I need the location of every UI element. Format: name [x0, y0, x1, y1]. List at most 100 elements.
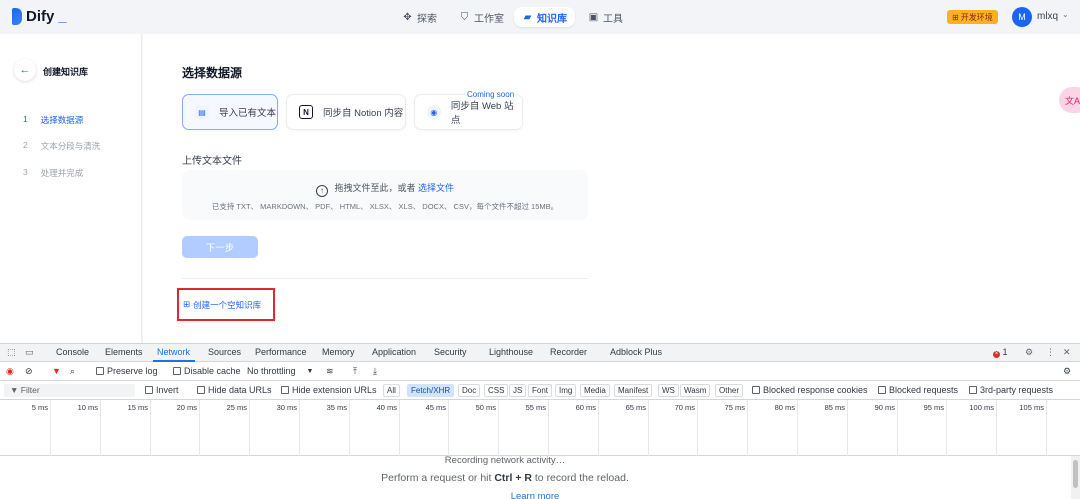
timeline-gridline — [448, 400, 449, 456]
timeline-tick-label: 5 ms — [31, 403, 48, 412]
source-import-text[interactable]: ▤ 导入已有文本 — [182, 94, 278, 130]
preserve-log-checkbox[interactable]: Preserve log — [96, 366, 158, 376]
disable-cache-checkbox[interactable]: Disable cache — [173, 366, 241, 376]
translate-float-button[interactable]: 文A — [1059, 87, 1080, 113]
source-web[interactable]: ◉ 同步自 Web 站点 — [414, 94, 523, 130]
type-css[interactable]: CSS — [484, 384, 509, 397]
clear-icon[interactable]: ⊘ — [25, 366, 33, 377]
nav-item-knowledge[interactable]: ▰ 知识库 — [514, 7, 575, 27]
tab-sources[interactable]: Sources — [208, 347, 241, 357]
hide-extension-urls-checkbox[interactable]: Hide extension URLs — [281, 385, 377, 395]
studio-icon: ⛉ — [460, 11, 469, 23]
tab-adblock-plus[interactable]: Adblock Plus — [610, 347, 662, 357]
section-title: 选择数据源 — [182, 66, 243, 80]
timeline-gridline — [1046, 400, 1047, 456]
search-icon[interactable]: ⌕ — [70, 366, 75, 377]
next-button[interactable]: 下一步 — [182, 236, 258, 258]
type-fetch-xhr[interactable]: Fetch/XHR — [407, 384, 455, 397]
invert-checkbox[interactable]: Invert — [145, 385, 179, 395]
download-har-icon[interactable]: ⤓ — [373, 366, 377, 377]
nav-item-tools[interactable]: ▣ 工具 — [580, 7, 631, 27]
error-counter[interactable]: × 1 — [993, 347, 1008, 358]
nav-item-explore[interactable]: ✥ 探索 — [394, 7, 445, 27]
timeline-gridline — [150, 400, 151, 456]
third-party-requests-checkbox[interactable]: 3rd-party requests — [969, 385, 1053, 395]
tab-console[interactable]: Console — [56, 347, 89, 357]
username[interactable]: mlxq — [1037, 11, 1058, 22]
timeline-gridline — [100, 400, 101, 456]
avatar[interactable]: M — [1012, 7, 1032, 27]
main-panel: 选择数据源 ▤ 导入已有文本 N 同步自 Notion 内容 ◉ 同步自 Web… — [143, 34, 1080, 343]
source-notion[interactable]: N 同步自 Notion 内容 — [286, 94, 406, 130]
timeline-tick-label: 90 ms — [874, 403, 895, 412]
close-icon[interactable]: ✕ — [1063, 347, 1071, 358]
blocked-response-cookies-checkbox[interactable]: Blocked response cookies — [752, 385, 868, 395]
settings-gear-icon[interactable]: ⚙ — [1025, 347, 1033, 358]
tab-lighthouse[interactable]: Lighthouse — [489, 347, 533, 357]
timeline-tick-label: 65 ms — [625, 403, 646, 412]
timeline-gridline — [349, 400, 350, 456]
type-all[interactable]: All — [383, 384, 400, 397]
back-button[interactable]: ← — [14, 59, 36, 81]
network-conditions-icon[interactable]: ≋ — [326, 366, 334, 377]
throttling-select[interactable]: No throttling ▼ — [247, 366, 313, 376]
timeline-gridline — [847, 400, 848, 456]
devtools-tabs: ⬚ ▭ Console Elements Network Sources Per… — [0, 344, 1080, 362]
timeline-gridline — [747, 400, 748, 456]
type-img[interactable]: Img — [555, 384, 577, 397]
tab-recorder[interactable]: Recorder — [550, 347, 587, 357]
notion-icon: N — [299, 105, 313, 119]
select-file-link[interactable]: 选择文件 — [418, 183, 454, 193]
type-doc[interactable]: Doc — [458, 384, 481, 397]
timeline-tick-label: 85 ms — [824, 403, 845, 412]
tab-application[interactable]: Application — [372, 347, 416, 357]
file-dropzone[interactable]: ↑ 拖拽文件至此，或者 选择文件 已支持 TXT、 MARKDOWN、 PDF、… — [182, 170, 588, 220]
create-empty-knowledge-button[interactable]: ⊞ 创建一个空知识库 — [177, 288, 275, 321]
timeline-tick-label: 45 ms — [425, 403, 446, 412]
tab-elements[interactable]: Elements — [105, 347, 143, 357]
sidebar-title: 创建知识库 — [43, 67, 89, 77]
timeline-gridline — [598, 400, 599, 456]
type-manifest[interactable]: Manifest — [614, 384, 653, 397]
filter-funnel-icon[interactable]: ▼ — [52, 366, 61, 376]
inspect-element-icon[interactable]: ⬚ — [7, 347, 16, 358]
timeline-gridline — [946, 400, 947, 456]
create-sidebar: ← 创建知识库 1 选择数据源 2 文本分段与清洗 3 处理并完成 — [0, 34, 142, 343]
tab-network[interactable]: Network — [157, 347, 190, 357]
type-other[interactable]: Other — [715, 384, 744, 397]
more-options-icon[interactable]: ⋮ — [1046, 347, 1055, 358]
type-wasm[interactable]: Wasm — [680, 384, 711, 397]
device-toggle-icon[interactable]: ▭ — [25, 347, 34, 358]
nav-item-studio[interactable]: ⛉ 工作室 — [451, 7, 512, 27]
upload-har-icon[interactable]: ⤒ — [353, 366, 357, 377]
filter-input[interactable]: ▼ Filter — [4, 384, 135, 397]
hide-data-urls-checkbox[interactable]: Hide data URLs — [197, 385, 272, 395]
tab-memory[interactable]: Memory — [322, 347, 355, 357]
step-process-finish: 3 处理并完成 — [23, 167, 84, 178]
timeline-tick-label: 30 ms — [276, 403, 297, 412]
toolbox-icon: ▣ — [588, 11, 599, 23]
coming-soon-badge: Coming soon — [465, 90, 517, 99]
timeline-tick-label: 70 ms — [674, 403, 695, 412]
type-ws[interactable]: WS — [658, 384, 679, 397]
step-segment-clean: 2 文本分段与清洗 — [23, 140, 101, 151]
chevron-down-icon[interactable]: ⌄ — [1062, 10, 1069, 19]
timeline-gridline — [897, 400, 898, 456]
scrollbar-thumb[interactable] — [1073, 460, 1078, 488]
network-timeline[interactable]: 5 ms 10 ms 15 ms 20 ms 25 ms 30 ms 35 ms 40 ms 4… — [0, 400, 1080, 456]
blocked-requests-checkbox[interactable]: Blocked requests — [878, 385, 958, 395]
tab-performance[interactable]: Performance — [255, 347, 307, 357]
type-js[interactable]: JS — [509, 384, 527, 397]
web-icon: ◉ — [427, 105, 441, 119]
timeline-gridline — [648, 400, 649, 456]
type-media[interactable]: Media — [580, 384, 610, 397]
tab-security[interactable]: Security — [434, 347, 467, 357]
devtools-panel: ⬚ ▭ Console Elements Network Sources Per… — [0, 343, 1080, 499]
learn-more-link[interactable]: Learn more — [0, 491, 1070, 499]
app-window: Dify _ ✥ 探索 ⛉ 工作室 ▰ 知识库 ▣ 工具 ⊞ 开发环境 M ml… — [0, 0, 1080, 343]
timeline-gridline — [697, 400, 698, 456]
network-settings-icon[interactable]: ⚙ — [1063, 366, 1071, 377]
record-icon[interactable]: ◉ — [6, 366, 14, 377]
type-font[interactable]: Font — [528, 384, 553, 397]
arrow-left-icon: ← — [19, 64, 31, 76]
